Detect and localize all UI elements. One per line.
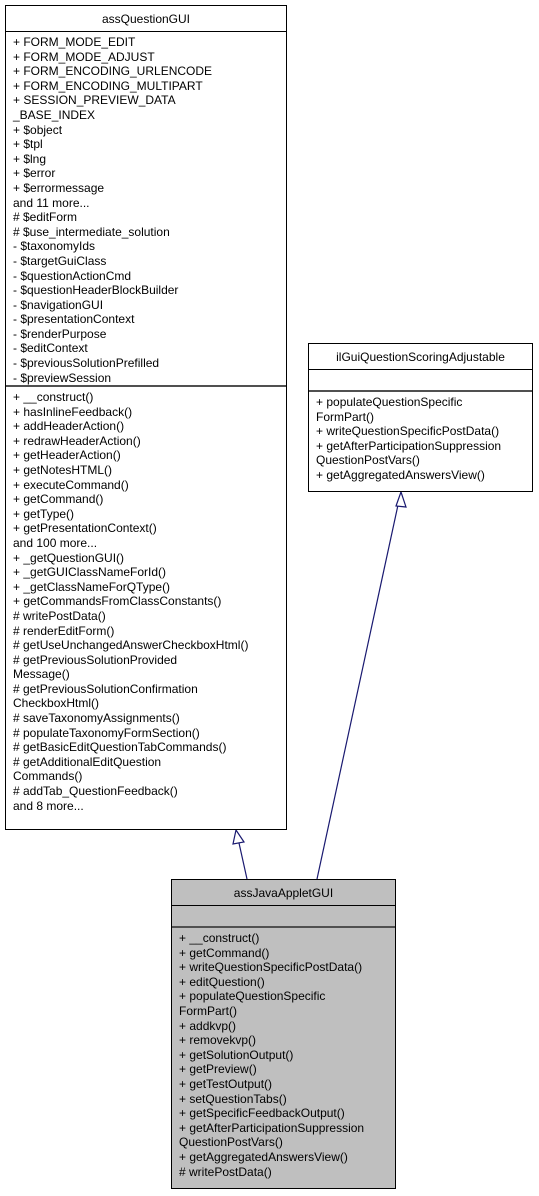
attribute-item: + $object [13,122,63,137]
method-item: + getAfterParticipationSuppression [179,1120,365,1135]
attribute-item: - $questionActionCmd [13,268,132,283]
method-item: + populateQuestionSpecific [316,395,463,409]
method-item: + getPreview() [179,1062,257,1077]
attribute-item: + $error [13,166,56,181]
method-item: + hasInlineFeedback() [13,404,133,419]
method-item: + populateQuestionSpecific [179,989,326,1004]
class-box-base[interactable]: assQuestionGUI + FORM_MODE_EDIT + FORM_MO… [5,5,287,830]
arrowhead-base [232,828,246,845]
attribute-item: - $taxonomyIds [13,239,96,254]
attribute-item: - $renderPurpose [13,326,107,341]
attribute-item: and 11 more... [13,195,90,210]
method-item: # getPreviousSolutionConfirmation [13,681,198,696]
method-item: # saveTaxonomyAssignments() [13,711,180,726]
methods-section: + populateQuestionSpecific FormPart() + wr… [309,392,532,486]
arrowhead-interface [395,490,407,508]
method-item: + getAggregatedAnswersView() [179,1149,348,1164]
method-item: + getTestOutput() [179,1076,273,1091]
method-item: FormPart() [179,1003,237,1018]
edge-derived-to-interface [316,504,399,880]
attributes-section: + FORM_MODE_EDIT + FORM_MODE_ADJUST + FORM… [6,32,286,387]
method-item: + getCommand() [179,945,270,960]
method-item: + getSpecificFeedbackOutput() [179,1106,345,1121]
attribute-item: - $previewSession [13,370,112,385]
method-item: + _getQuestionGUI() [13,550,125,565]
method-item: and 8 more... [13,798,84,813]
attribute-item: + $lng [13,151,47,166]
method-item: + writeQuestionSpecificPostData() [179,960,363,975]
attribute-item: - $presentationContext [13,312,135,327]
attribute-item: # $use_intermediate_solution [13,224,170,239]
method-item: + __construct() [13,390,94,404]
method-item: # getBasicEditQuestionTabCommands() [13,740,227,755]
method-item: # getAdditionalEditQuestion [13,754,162,769]
method-item: QuestionPostVars() [179,1135,283,1150]
attribute-item: + FORM_MODE_EDIT [13,35,136,49]
method-item: + addkvp() [179,1018,237,1033]
method-item: + editQuestion() [179,974,265,989]
class-name: assQuestionGUI [6,6,286,32]
method-item: + getCommand() [13,492,104,507]
attribute-item: + FORM_MODE_ADJUST [13,49,155,64]
attribute-item: _BASE_INDEX [13,107,96,122]
method-item: + _getClassNameForQType() [13,579,171,594]
method-item: + setQuestionTabs() [179,1091,287,1106]
attribute-item: + FORM_ENCODING_URLENCODE [13,64,213,79]
class-box-interface[interactable]: ilGuiQuestionScoringAdjustable + populat… [308,343,533,492]
class-name: assJavaAppletGUI [172,880,395,906]
method-item: + getCommandsFromClassConstants() [13,594,222,609]
method-item: Message() [13,667,70,682]
method-item: # renderEditForm() [13,623,115,638]
attribute-item: - $questionHeaderBlockBuilder [13,283,179,298]
method-item: + getAggregatedAnswersView() [316,467,485,482]
method-item: Commands() [13,769,83,784]
attributes-section [172,906,395,928]
method-item: + redrawHeaderAction() [13,433,141,448]
method-item: # addTab_QuestionFeedback() [13,784,178,799]
attribute-item: # $editForm [13,210,78,225]
attribute-item: - $editContext [13,341,88,356]
methods-section: + __construct() + getCommand() + writeQues… [172,928,395,1182]
method-item: CheckboxHtml() [13,696,100,711]
method-item: + getAfterParticipationSuppression [316,438,502,453]
attribute-item: + FORM_ENCODING_MULTIPART [13,78,203,93]
method-item: + __construct() [179,931,260,945]
method-item: + getNotesHTML() [13,462,113,477]
method-item: + removekvp() [179,1033,257,1048]
method-item: # writePostData() [179,1164,272,1179]
method-item: QuestionPostVars() [316,453,420,468]
method-item: + addHeaderAction() [13,419,125,434]
method-item: + getType() [13,506,75,521]
method-item: # populateTaxonomyFormSection() [13,725,200,740]
attribute-item: - $previousSolutionPrefilled [13,356,160,371]
attribute-item: + $tpl [13,137,43,152]
attribute-item: + SESSION_PREVIEW_DATA [13,93,176,108]
method-item: + getSolutionOutput() [179,1047,294,1062]
method-item: + executeCommand() [13,477,129,492]
method-item: # getPreviousSolutionProvided [13,652,178,667]
class-name: ilGuiQuestionScoringAdjustable [309,344,532,370]
method-item: FormPart() [316,409,374,424]
edge-derived-to-base [238,842,248,880]
method-item: + getPresentationContext() [13,521,157,536]
attribute-item: + $errormessage [13,180,105,195]
method-item: + _getGUIClassNameForId() [13,565,167,580]
attribute-item: - $navigationGUI [13,297,104,312]
class-box-derived[interactable]: assJavaAppletGUI + __construct() + getCom… [171,879,396,1189]
attribute-item: - $targetGuiClass [13,253,107,268]
method-item: # getUseUnchangedAnswerCheckboxHtml() [13,638,249,653]
methods-section: + __construct() + hasInlineFeedback() + ad… [6,387,286,816]
method-item: # writePostData() [13,608,106,623]
method-item: and 100 more... [13,535,98,550]
method-item: + writeQuestionSpecificPostData() [316,424,500,439]
method-item: + getHeaderAction() [13,448,121,463]
attributes-section [309,370,532,392]
